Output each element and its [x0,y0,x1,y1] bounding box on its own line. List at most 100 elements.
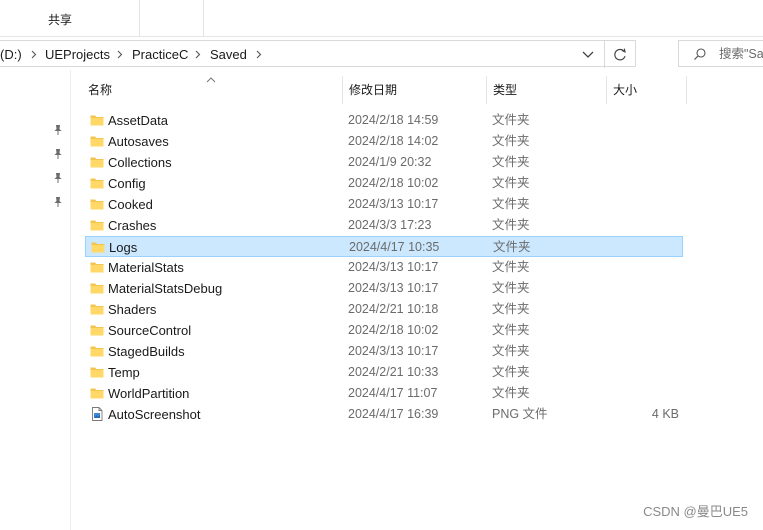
folder-icon [90,302,104,316]
file-date: 2024/2/21 10:18 [348,302,439,316]
address-bar[interactable]: (D:) UEProjects PracticeC Saved [0,40,636,68]
file-row[interactable]: Shaders 2024/2/21 10:18 文件夹 [85,299,683,320]
file-date: 2024/2/21 10:33 [348,365,439,379]
folder-icon [90,281,104,295]
column-size[interactable]: 大小 [613,76,637,104]
file-date: 2024/4/17 16:39 [348,407,439,421]
file-name[interactable]: MaterialStats [108,257,184,278]
file-row[interactable]: AutoScreenshot 2024/4/17 16:39 PNG 文件 4 KB [85,404,683,425]
column-divider[interactable] [486,76,487,104]
file-row[interactable]: AssetData 2024/2/18 14:59 文件夹 [85,110,683,131]
folder-icon [90,323,104,337]
file-row[interactable]: MaterialStatsDebug 2024/3/13 10:17 文件夹 [85,278,683,299]
file-name[interactable]: AssetData [108,110,168,131]
file-type: 文件夹 [492,365,530,379]
breadcrumb-drive[interactable]: (D:) [0,41,22,68]
sort-ascending-icon [206,73,216,87]
breadcrumb-practicec[interactable]: PracticeC [132,41,188,68]
breadcrumb-saved[interactable]: Saved [210,41,247,68]
breadcrumb-separator-icon[interactable] [30,41,38,68]
file-row[interactable]: Autosaves 2024/2/18 14:02 文件夹 [85,131,683,152]
file-name[interactable]: Autosaves [108,131,169,152]
file-date: 2024/3/3 17:23 [348,218,432,232]
file-type: 文件夹 [492,323,530,337]
file-row[interactable]: MaterialStats 2024/3/13 10:17 文件夹 [85,257,683,278]
watermark: CSDN @曼巴UE5 [643,504,748,519]
folder-icon [91,240,105,254]
png-file-icon [90,407,104,421]
file-type: 文件夹 [492,344,530,358]
navigation-pane [0,70,71,530]
breadcrumb-separator-icon[interactable] [116,41,124,68]
file-type: 文件夹 [492,218,530,232]
folder-icon [90,260,104,274]
file-name[interactable]: Logs [109,237,137,258]
ribbon: 共享 [0,0,763,37]
file-row[interactable]: StagedBuilds 2024/3/13 10:17 文件夹 [85,341,683,362]
pin-icon[interactable] [53,172,63,184]
file-type: 文件夹 [492,386,530,400]
file-name[interactable]: Cooked [108,194,153,215]
file-type: 文件夹 [492,197,530,211]
pin-icon[interactable] [53,148,63,160]
file-name[interactable]: AutoScreenshot [108,404,201,425]
column-divider[interactable] [686,76,687,104]
file-date: 2024/2/18 14:59 [348,113,439,127]
refresh-icon[interactable] [604,41,635,68]
file-type: 文件夹 [492,155,530,169]
file-row[interactable]: WorldPartition 2024/4/17 11:07 文件夹 [85,383,683,404]
file-type: 文件夹 [492,281,530,295]
file-type: PNG 文件 [492,407,548,421]
file-name[interactable]: Temp [108,362,140,383]
file-name[interactable]: SourceControl [108,320,191,341]
file-date: 2024/4/17 10:35 [349,240,440,254]
breadcrumb-ueprojects[interactable]: UEProjects [45,41,110,68]
column-name[interactable]: 名称 [88,76,112,104]
pin-icon[interactable] [53,124,63,136]
column-divider[interactable] [606,76,607,104]
breadcrumb-separator-icon[interactable] [255,41,263,68]
file-date: 2024/3/13 10:17 [348,197,439,211]
file-size: 4 KB [651,407,679,421]
column-divider[interactable] [342,76,343,104]
file-name[interactable]: Crashes [108,215,156,236]
ribbon-divider [139,0,140,36]
file-row[interactable]: Config 2024/2/18 10:02 文件夹 [85,173,683,194]
column-header: 名称 修改日期 类型 大小 [80,76,690,104]
folder-icon [90,155,104,169]
file-name[interactable]: StagedBuilds [108,341,185,362]
column-date[interactable]: 修改日期 [349,76,397,104]
file-name[interactable]: WorldPartition [108,383,189,404]
folder-icon [90,365,104,379]
file-date: 2024/3/13 10:17 [348,281,439,295]
pin-icon[interactable] [53,196,63,208]
file-date: 2024/1/9 20:32 [348,155,432,169]
file-date: 2024/3/13 10:17 [348,344,439,358]
file-date: 2024/2/18 10:02 [348,176,439,190]
file-type: 文件夹 [492,302,530,316]
search-placeholder: 搜索"Sav [719,47,763,61]
file-row[interactable]: Crashes 2024/3/3 17:23 文件夹 [85,215,683,236]
file-row[interactable]: Cooked 2024/3/13 10:17 文件夹 [85,194,683,215]
breadcrumb-separator-icon[interactable] [194,41,202,68]
file-name[interactable]: Collections [108,152,172,173]
tab-share[interactable]: 共享 [40,0,80,36]
folder-icon [90,386,104,400]
chevron-down-icon[interactable] [577,41,599,68]
file-row[interactable]: Collections 2024/1/9 20:32 文件夹 [85,152,683,173]
file-row[interactable]: SourceControl 2024/2/18 10:02 文件夹 [85,320,683,341]
file-date: 2024/3/13 10:17 [348,260,439,274]
file-type: 文件夹 [492,260,530,274]
folder-icon [90,218,104,232]
file-name[interactable]: MaterialStatsDebug [108,278,222,299]
search-input[interactable]: 搜索"Sav [678,40,763,67]
file-date: 2024/2/18 10:02 [348,323,439,337]
file-name[interactable]: Config [108,173,146,194]
file-name[interactable]: Shaders [108,299,156,320]
file-type: 文件夹 [493,240,531,254]
search-icon [693,47,707,64]
file-row[interactable]: Temp 2024/2/21 10:33 文件夹 [85,362,683,383]
folder-icon [90,176,104,190]
file-row[interactable]: Logs 2024/4/17 10:35 文件夹 [85,236,683,257]
column-type[interactable]: 类型 [493,76,517,104]
